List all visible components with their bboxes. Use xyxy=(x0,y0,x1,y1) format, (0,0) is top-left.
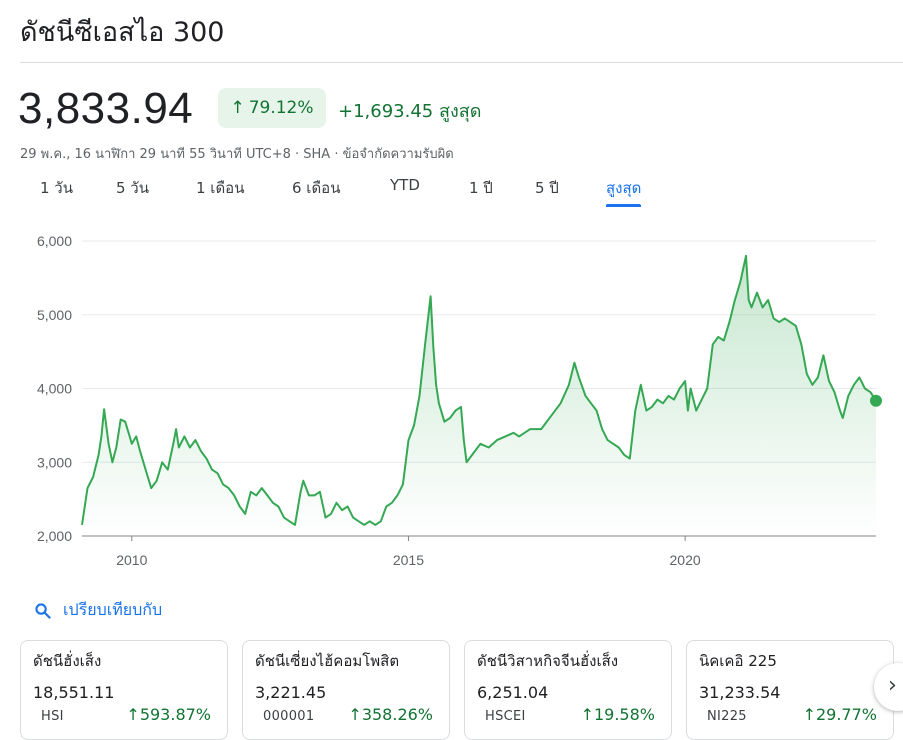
card-name: ดัชนีฮั่งเส็ง xyxy=(33,652,102,670)
range-tab-1m[interactable]: 1 เดือน xyxy=(196,176,244,200)
x-tick-label: 2010 xyxy=(116,552,147,568)
card-ticker: HSI xyxy=(41,709,64,724)
range-tab-ytd[interactable]: YTD xyxy=(390,176,420,194)
compare-label: เปรียบเทียบกับ xyxy=(63,600,163,619)
card-change: ↑29.77% xyxy=(803,705,877,724)
range-tab-5d[interactable]: 5 วัน xyxy=(116,176,149,200)
change-percent: 79.12% xyxy=(248,98,314,118)
range-tab-1d[interactable]: 1 วัน xyxy=(40,176,73,200)
price-area xyxy=(82,255,876,537)
chevron-right-icon: › xyxy=(888,673,897,698)
arrow-up-icon: ↑ xyxy=(802,705,816,724)
compare-card-hsi[interactable]: ดัชนีฮั่งเส็ง 18,551.11 HSI ↑593.87% xyxy=(20,640,228,740)
x-axis-labels: 2010 2015 2020 xyxy=(116,536,701,568)
arrow-up-icon: ↑ xyxy=(126,705,140,724)
card-ticker: 000001 xyxy=(263,709,315,724)
y-tick-label: 6,000 xyxy=(37,233,72,249)
last-price-dot xyxy=(870,394,882,407)
card-value: 3,221.45 xyxy=(255,683,327,702)
change-absolute: +1,693.45 สูงสุด xyxy=(338,101,482,122)
arrow-up-icon: ↑ xyxy=(580,705,594,724)
card-change-value: 358.26% xyxy=(361,705,433,724)
range-tab-1y[interactable]: 1 ปี xyxy=(469,176,493,200)
header-divider xyxy=(20,62,903,63)
y-tick-label: 3,000 xyxy=(37,454,72,470)
card-ticker: HSCEI xyxy=(485,709,526,724)
range-tab-max[interactable]: สูงสุด xyxy=(606,176,642,207)
y-tick-label: 5,000 xyxy=(37,307,72,323)
card-value: 18,551.11 xyxy=(33,683,115,702)
range-tab-5y[interactable]: 5 ปี xyxy=(535,176,559,200)
x-tick-label: 2020 xyxy=(670,552,701,568)
y-axis-labels: 6,000 5,000 4,000 3,000 2,000 xyxy=(37,233,72,544)
card-value: 31,233.54 xyxy=(699,683,781,702)
search-icon xyxy=(35,603,51,619)
card-value: 6,251.04 xyxy=(477,683,549,702)
card-change-value: 29.77% xyxy=(815,705,877,724)
card-change: ↑19.58% xyxy=(581,705,655,724)
quote-meta: 29 พ.ค., 16 นาฬิกา 29 นาที 55 วินาที UTC… xyxy=(20,147,454,162)
compare-button[interactable]: เปรียบเทียบกับ xyxy=(34,598,162,623)
arrow-up-icon: ↑ xyxy=(348,705,362,724)
y-tick-label: 2,000 xyxy=(37,528,72,544)
y-tick-label: 4,000 xyxy=(37,381,72,397)
arrow-up-icon: ↑ xyxy=(230,98,245,118)
range-tab-6m[interactable]: 6 เดือน xyxy=(292,176,340,200)
page-title: ดัชนีซีเอสไอ 300 xyxy=(20,17,225,48)
compare-card-ni225[interactable]: นิคเคอิ 225 31,233.54 NI225 ↑29.77% xyxy=(686,640,894,740)
card-name: ดัชนีเซี่ยงไฮ้คอมโพสิต xyxy=(255,652,400,670)
compare-card-000001[interactable]: ดัชนีเซี่ยงไฮ้คอมโพสิต 3,221.45 000001 ↑… xyxy=(242,640,450,740)
card-change: ↑593.87% xyxy=(126,705,211,724)
change-percent-badge: ↑ 79.12% xyxy=(218,88,326,128)
card-change-value: 19.58% xyxy=(593,705,655,724)
card-ticker: NI225 xyxy=(707,709,747,724)
card-change: ↑358.26% xyxy=(348,705,433,724)
current-price: 3,833.94 xyxy=(18,84,194,133)
card-change-value: 593.87% xyxy=(139,705,211,724)
card-name: ดัชนีวิสาหกิจจีนฮั่งเส็ง xyxy=(477,652,619,670)
price-chart[interactable]: 6,000 5,000 4,000 3,000 2,000 2010 2015 2020 xyxy=(0,222,903,582)
x-tick-label: 2015 xyxy=(393,552,424,568)
compare-card-hscei[interactable]: ดัชนีวิสาหกิจจีนฮั่งเส็ง 6,251.04 HSCEI … xyxy=(464,640,672,740)
card-name: นิคเคอิ 225 xyxy=(699,652,777,670)
